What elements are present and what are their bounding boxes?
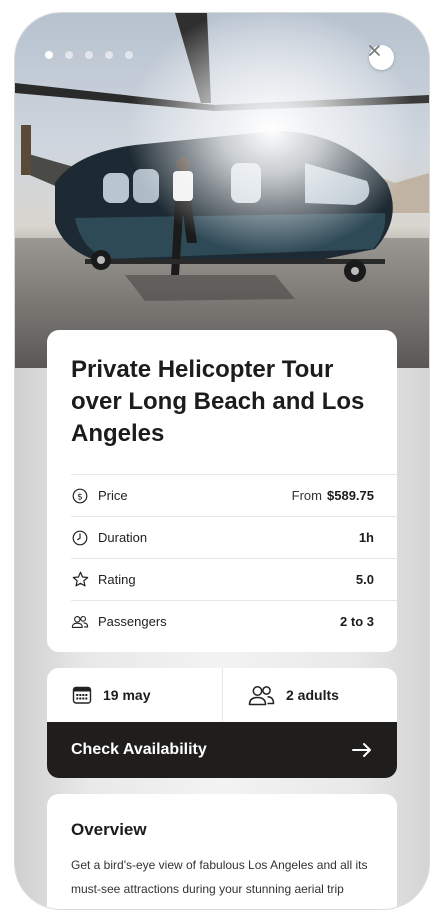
detail-row-duration: Duration 1h bbox=[71, 516, 397, 558]
price-value: $589.75 bbox=[327, 488, 374, 503]
hero-image[interactable] bbox=[15, 13, 429, 368]
detail-row-passengers: Passengers 2 to 3 bbox=[71, 600, 397, 642]
tour-info-card: Private Helicopter Tour over Long Beach … bbox=[47, 330, 397, 652]
close-icon bbox=[369, 45, 380, 56]
detail-value: 1h bbox=[358, 530, 374, 545]
helicopter-photo bbox=[15, 13, 429, 368]
clock-icon bbox=[71, 529, 89, 547]
detail-value: 2 to 3 bbox=[340, 614, 374, 629]
users-icon bbox=[71, 613, 89, 631]
guests-selector[interactable]: 2 adults bbox=[223, 668, 397, 722]
overview-text: Get a bird's-eye view of fabulous Los An… bbox=[71, 858, 368, 896]
guest-count: 2 adults bbox=[286, 687, 339, 703]
overview-heading: Overview bbox=[71, 820, 147, 839]
date-selector[interactable]: 19 may bbox=[47, 668, 223, 722]
booking-card: 19 may 2 adults Check Availability bbox=[47, 668, 397, 778]
detail-row-rating: Rating 5.0 bbox=[71, 558, 397, 600]
detail-value: From $589.75 bbox=[292, 488, 374, 503]
detail-label: Price bbox=[98, 488, 128, 503]
detail-row-price: $ Price From $589.75 bbox=[71, 474, 397, 516]
overview-card: Overview Get a bird's-eye view of fabulo… bbox=[47, 794, 397, 909]
carousel-dot-5[interactable] bbox=[125, 51, 133, 59]
arrow-right-icon bbox=[352, 742, 372, 763]
detail-label: Duration bbox=[98, 530, 148, 545]
dollar-circle-icon: $ bbox=[71, 487, 89, 505]
check-availability-label: Check Availability bbox=[71, 741, 207, 758]
detail-label: Rating bbox=[98, 572, 136, 587]
carousel-dot-3[interactable] bbox=[85, 51, 93, 59]
star-icon bbox=[71, 571, 89, 589]
close-button[interactable] bbox=[369, 45, 394, 70]
detail-value: 5.0 bbox=[355, 572, 374, 587]
carousel-dots bbox=[45, 51, 133, 59]
users-icon bbox=[248, 685, 275, 706]
selected-date: 19 may bbox=[103, 687, 151, 703]
carousel-dot-1[interactable] bbox=[45, 51, 53, 59]
calendar-icon bbox=[72, 685, 92, 705]
tour-title: Private Helicopter Tour over Long Beach … bbox=[71, 356, 365, 447]
phone-frame: Private Helicopter Tour over Long Beach … bbox=[15, 13, 429, 909]
tour-details-list: $ Price From $589.75 Duration 1h Rating 5… bbox=[71, 474, 397, 642]
detail-label: Passengers bbox=[98, 614, 167, 629]
carousel-dot-2[interactable] bbox=[65, 51, 73, 59]
carousel-dot-4[interactable] bbox=[105, 51, 113, 59]
check-availability-button[interactable]: Check Availability bbox=[47, 722, 397, 778]
svg-text:$: $ bbox=[77, 492, 83, 502]
price-prefix: From bbox=[291, 488, 322, 503]
